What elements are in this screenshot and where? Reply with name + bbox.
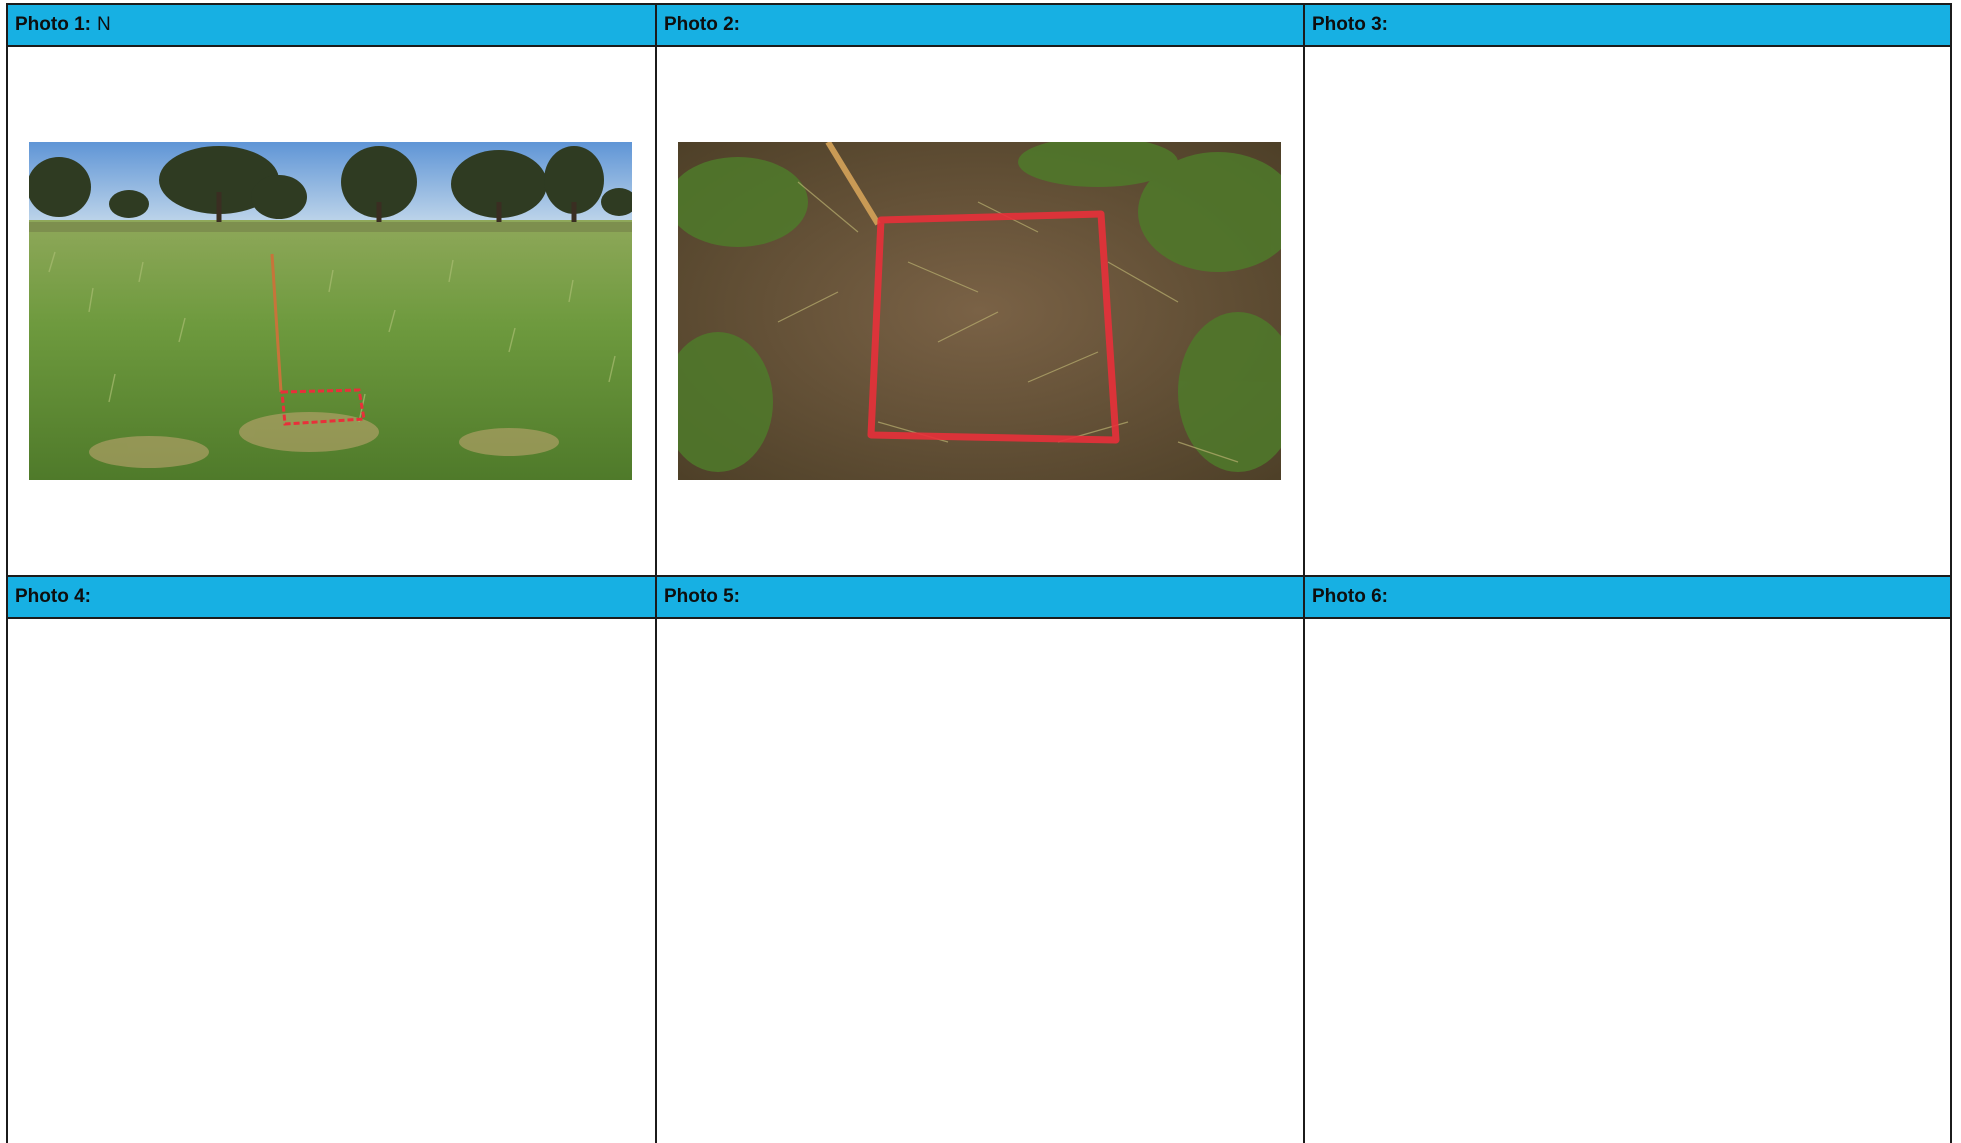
photo-table: Photo 1: N Photo 2: Photo 3: Photo 4: Ph… bbox=[6, 3, 1952, 1143]
photo-cell-6: Photo 6: bbox=[1303, 575, 1952, 1143]
quadrat-closeup-photo bbox=[678, 142, 1281, 480]
photo-header-3: Photo 3: bbox=[1305, 3, 1950, 47]
photo-header-4: Photo 4: bbox=[8, 575, 655, 619]
photo-value-1: N bbox=[97, 14, 111, 35]
photo-cell-4: Photo 4: bbox=[6, 575, 655, 1143]
pasture-landscape-photo bbox=[29, 142, 632, 480]
photo-cell-5: Photo 5: bbox=[655, 575, 1303, 1143]
photo-label-5: Photo 5: bbox=[664, 586, 740, 607]
photo-cell-2: Photo 2: bbox=[655, 3, 1303, 575]
photo-image-1 bbox=[29, 142, 632, 480]
photo-header-1: Photo 1: N bbox=[8, 3, 655, 47]
photo-header-2: Photo 2: bbox=[657, 3, 1303, 47]
photo-label-3: Photo 3: bbox=[1312, 14, 1388, 35]
photo-label-6: Photo 6: bbox=[1312, 586, 1388, 607]
photo-label-4: Photo 4: bbox=[15, 586, 91, 607]
photo-header-5: Photo 5: bbox=[657, 575, 1303, 619]
photo-label-2: Photo 2: bbox=[664, 14, 740, 35]
photo-cell-3: Photo 3: bbox=[1303, 3, 1952, 575]
photo-image-2 bbox=[678, 142, 1281, 480]
photo-header-6: Photo 6: bbox=[1305, 575, 1950, 619]
photo-label-1: Photo 1: bbox=[15, 14, 91, 35]
photo-cell-1: Photo 1: N bbox=[6, 3, 655, 575]
